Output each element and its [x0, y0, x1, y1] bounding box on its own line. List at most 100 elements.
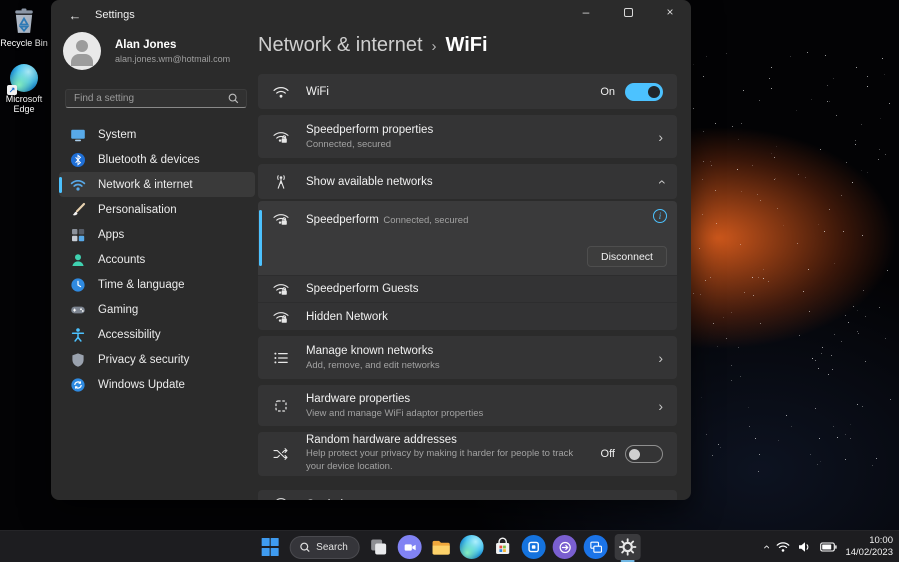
- network-item[interactable]: Speedperform Guests: [258, 275, 677, 302]
- selected-accent-bar: [259, 210, 262, 266]
- user-profile[interactable]: Alan Jones alan.jones.wm@hotmail.com: [63, 32, 230, 70]
- row-subtitle: View and manage WiFi adaptor properties: [306, 408, 483, 419]
- row-subtitle: Add, remove, and edit networks: [306, 360, 440, 371]
- desktop: Recycle Bin ↗ Microsoft Edge ← Settings …: [0, 0, 899, 562]
- wifi-toggle[interactable]: [625, 83, 663, 101]
- sidebar-item-privacy-security[interactable]: Privacy & security: [59, 347, 255, 372]
- show-available-networks-row[interactable]: Show available networks ›: [258, 164, 677, 199]
- tray-battery-icon[interactable]: [820, 542, 837, 552]
- tray-wifi-icon[interactable]: [776, 541, 790, 553]
- gear-icon: [618, 537, 638, 557]
- recycle-bin-icon: [9, 6, 39, 36]
- apps-icon: [69, 226, 86, 243]
- brush-icon: [69, 201, 86, 218]
- desktop-icon-recycle-bin[interactable]: Recycle Bin: [0, 6, 48, 48]
- wifi-lock-icon: [272, 280, 290, 298]
- sidebar-item-windows-update[interactable]: Windows Update: [59, 372, 255, 397]
- sidebar-item-bluetooth-devices[interactable]: Bluetooth & devices: [59, 147, 255, 172]
- sidebar-item-label: System: [98, 129, 136, 141]
- help-icon: [272, 496, 290, 500]
- store-bag-icon: [493, 537, 513, 557]
- connected-network-item[interactable]: Speedperform Connected, secured i Discon…: [258, 201, 677, 275]
- info-icon[interactable]: i: [653, 209, 667, 223]
- sidebar-item-apps[interactable]: Apps: [59, 222, 255, 247]
- task-view-button[interactable]: [367, 535, 391, 559]
- row-title: Manage known networks: [306, 345, 440, 357]
- file-explorer-button[interactable]: [429, 535, 453, 559]
- wifi-lock-icon: [272, 308, 290, 326]
- back-button[interactable]: ←: [65, 6, 85, 24]
- disconnect-button[interactable]: Disconnect: [587, 246, 667, 267]
- available-networks-list: Speedperform Connected, secured i Discon…: [258, 201, 677, 330]
- sidebar-item-label: Bluetooth & devices: [98, 154, 200, 166]
- random-hardware-addresses-row: Random hardware addresses Help protect y…: [258, 432, 677, 476]
- taskbar: Search: [0, 530, 899, 562]
- chat-app-button[interactable]: [398, 535, 422, 559]
- sidebar-item-label: Privacy & security: [98, 354, 189, 366]
- get-help-row[interactable]: Get help: [258, 490, 677, 500]
- blue-app-button[interactable]: [522, 535, 546, 559]
- network-status: Connected, secured: [383, 215, 468, 226]
- gamepad-icon: [69, 301, 86, 318]
- minimize-button[interactable]: –: [565, 0, 607, 24]
- antenna-icon: [272, 173, 290, 191]
- shield-icon: [69, 351, 86, 368]
- sidebar-item-time-language[interactable]: Time & language: [59, 272, 255, 297]
- breadcrumb-separator: ›: [432, 38, 437, 55]
- sidebar-item-system[interactable]: System: [59, 122, 255, 147]
- shortcut-arrow-icon: ↗: [7, 85, 17, 95]
- page-title: WiFi: [446, 34, 488, 57]
- clock-icon: [69, 276, 86, 293]
- close-button[interactable]: ×: [649, 0, 691, 24]
- network-name: Hidden Network: [306, 311, 388, 323]
- random-toggle-state: Off: [601, 448, 615, 460]
- random-hardware-toggle[interactable]: [625, 445, 663, 463]
- tray-date: 14/02/2023: [845, 547, 893, 559]
- row-title: Show available networks: [306, 176, 433, 188]
- settings-search[interactable]: [65, 89, 247, 108]
- network-item[interactable]: Hidden Network: [258, 302, 677, 330]
- sidebar-item-accessibility[interactable]: Accessibility: [59, 322, 255, 347]
- tray-chevron-up-icon[interactable]: ›: [759, 545, 773, 549]
- row-title: Hardware properties: [306, 393, 483, 405]
- edge-browser-button[interactable]: [460, 535, 484, 559]
- sidebar-item-network-internet[interactable]: Network & internet: [59, 172, 255, 197]
- hardware-properties-row[interactable]: Hardware properties View and manage WiFi…: [258, 385, 677, 426]
- breadcrumb-parent[interactable]: Network & internet: [258, 34, 423, 57]
- avatar: [63, 32, 101, 70]
- sidebar-item-accounts[interactable]: Accounts: [59, 247, 255, 272]
- microsoft-store-button[interactable]: [491, 535, 515, 559]
- row-title: Speedperform properties: [306, 124, 433, 136]
- sidebar-item-gaming[interactable]: Gaming: [59, 297, 255, 322]
- sidebar-item-label: Gaming: [98, 304, 138, 316]
- maximize-button[interactable]: [607, 0, 649, 24]
- tray-volume-icon[interactable]: [798, 541, 812, 553]
- tray-clock[interactable]: 10:00 14/02/2023: [845, 535, 893, 559]
- bluetooth-icon: [69, 151, 86, 168]
- row-subtitle: Connected, secured: [306, 139, 433, 150]
- settings-app-button[interactable]: [615, 534, 641, 560]
- tray-time: 10:00: [845, 535, 893, 547]
- wifi-toggle-row: WiFi On: [258, 74, 677, 109]
- screens-app-button[interactable]: [584, 535, 608, 559]
- windows-logo-icon: [261, 538, 279, 556]
- manage-known-networks-row[interactable]: Manage known networks Add, remove, and e…: [258, 336, 677, 379]
- chevron-up-icon: ›: [654, 179, 668, 184]
- network-properties-row[interactable]: Speedperform properties Connected, secur…: [258, 115, 677, 158]
- desktop-icon-microsoft-edge[interactable]: ↗ Microsoft Edge: [0, 64, 48, 115]
- start-button[interactable]: [258, 535, 282, 559]
- monitor-icon: [69, 126, 86, 143]
- accessibility-icon: [69, 326, 86, 343]
- chevron-right-icon: ›: [658, 130, 663, 144]
- sidebar-item-label: Time & language: [98, 279, 185, 291]
- row-title: Random hardware addresses: [306, 434, 576, 446]
- wifi-lock-icon: [272, 128, 290, 146]
- taskbar-search[interactable]: Search: [289, 536, 360, 559]
- titlebar[interactable]: ← Settings – ×: [51, 0, 691, 30]
- chevron-right-icon: ›: [658, 351, 663, 365]
- sidebar-item-personalisation[interactable]: Personalisation: [59, 197, 255, 222]
- purple-arrow-app-button[interactable]: [553, 535, 577, 559]
- search-input[interactable]: [66, 93, 228, 104]
- network-name: Speedperform Guests: [306, 283, 419, 295]
- row-title: Get help: [306, 499, 349, 500]
